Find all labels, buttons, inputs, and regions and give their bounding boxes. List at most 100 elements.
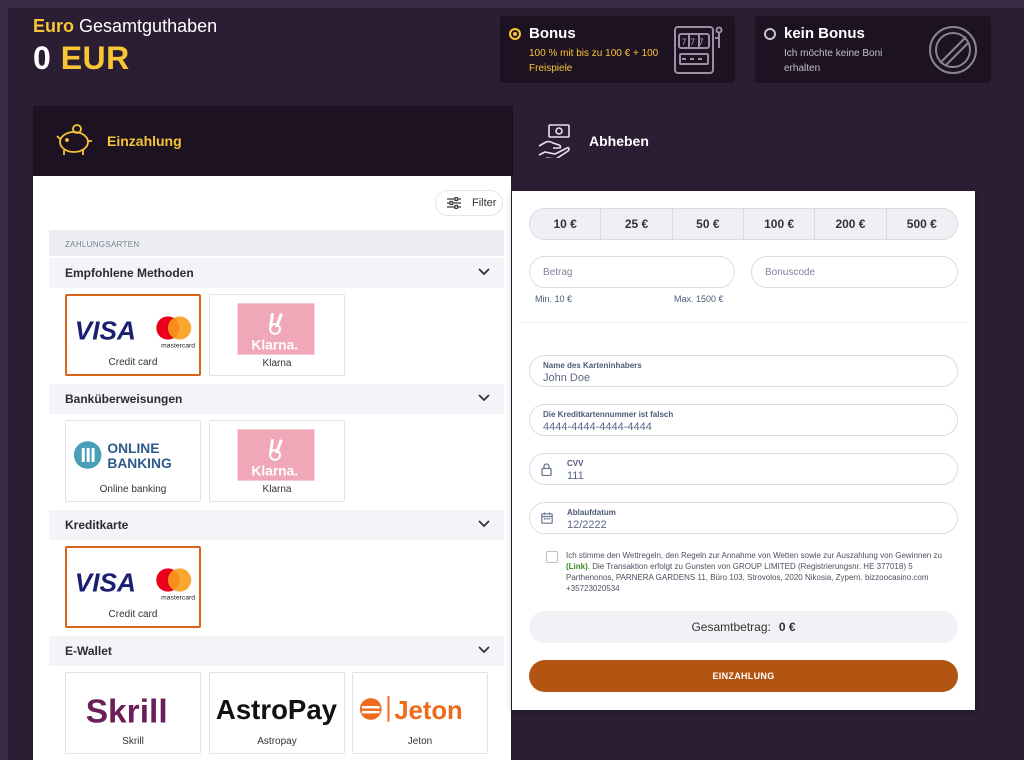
svg-text:ONLINE: ONLINE (107, 441, 159, 456)
chevron-down-icon (478, 520, 490, 528)
field-value: 4444-4444-4444-4444 (543, 421, 652, 433)
lock-icon (541, 463, 552, 476)
bonus-description: 100 % mit bis zu 100 € + 100 Freispiele (529, 48, 659, 74)
chevron-down-icon (478, 646, 490, 654)
skrill-logo: Skrill (86, 694, 168, 731)
terms-link[interactable]: (Link) (566, 562, 588, 571)
tab-deposit[interactable]: Einzahlung (33, 106, 512, 176)
svg-text:Klarna.: Klarna. (251, 338, 298, 353)
method-credit-card[interactable]: VISA mastercard Credit card (65, 294, 201, 376)
calendar-icon (541, 512, 553, 524)
category-credit-card[interactable]: Kreditkarte (49, 510, 504, 540)
svg-text:mastercard: mastercard (161, 342, 195, 349)
method-label: Klarna (262, 484, 292, 495)
category-ewallet[interactable]: E-Wallet (49, 636, 504, 666)
filter-button[interactable]: Filter (435, 190, 503, 216)
svg-text:Skrill: Skrill (86, 694, 168, 731)
field-label: CVV (567, 459, 584, 468)
method-label: Skrill (122, 736, 144, 747)
svg-text:7 7 7: 7 7 7 (681, 38, 704, 48)
terms-text: Ich stimme den Wettregeln, den Regeln zu… (566, 551, 942, 593)
amount-placeholder: Betrag (543, 267, 573, 278)
svg-text:VISA: VISA (75, 316, 136, 346)
bonuscode-input[interactable]: Bonuscode (751, 256, 958, 288)
klarna-logo: Klarna. (237, 303, 315, 355)
method-skrill[interactable]: Skrill Skrill (65, 672, 201, 754)
amount-preset-button[interactable]: 50 € (673, 209, 744, 239)
klarna-logo: Klarna. (237, 429, 315, 481)
piggy-bank-icon (56, 124, 92, 155)
jeton-logo: Jeton (359, 696, 463, 725)
deposit-form: 10 € 25 € 50 € 100 € 200 € 500 € Betrag … (512, 191, 975, 710)
filter-label: Filter (472, 197, 497, 209)
amount-preset-button[interactable]: 500 € (887, 209, 957, 239)
chevron-down-icon (478, 394, 490, 402)
tab-withdraw[interactable]: Abheben (512, 106, 991, 176)
tab-label: Abheben (589, 133, 649, 149)
method-label: Credit card (108, 609, 158, 620)
method-label: Online banking (99, 484, 167, 495)
cvv-field[interactable]: CVV 111 (529, 453, 958, 485)
method-label: Astropay (257, 736, 297, 747)
category-title: Banküberweisungen (65, 392, 183, 406)
method-jeton[interactable]: Jeton Jeton (352, 672, 488, 754)
total-amount: Gesamtbetrag: 0 € (529, 611, 958, 643)
card-holder-field[interactable]: Name des Karteninhabers John Doe (529, 355, 958, 387)
cash-hand-icon (538, 124, 570, 158)
astropay-logo: AstroPay (216, 694, 338, 725)
slot-machine-icon: 7 7 7 (674, 26, 723, 74)
total-label: Gesamtbetrag: (691, 620, 771, 634)
svg-text:AstroPay: AstroPay (216, 694, 338, 725)
field-value: 12/2222 (567, 519, 607, 531)
field-value: 111 (567, 470, 584, 482)
bonus-option-no-bonus[interactable]: kein Bonus Ich möchte keine Boni erhalte… (755, 16, 991, 83)
svg-text:VISA: VISA (75, 568, 136, 598)
method-label: Jeton (407, 736, 433, 747)
visa-mastercard-logo: VISA mastercard (75, 568, 196, 602)
amount-max-hint: Max. 1500 € (674, 294, 724, 304)
bonus-option-bonus[interactable]: Bonus 100 % mit bis zu 100 € + 100 Freis… (500, 16, 735, 83)
category-title: Empfohlene Methoden (65, 266, 194, 280)
method-online-banking[interactable]: ONLINE BANKING Online banking (65, 420, 201, 502)
bonus-title: Bonus (529, 25, 576, 42)
method-credit-card[interactable]: VISA mastercard Credit card (65, 546, 201, 628)
method-klarna[interactable]: Klarna. Klarna (209, 294, 345, 376)
balance-label: Euro Gesamtguthaben (33, 16, 218, 36)
svg-text:Jeton: Jeton (394, 697, 462, 725)
card-number-field[interactable]: Die Kreditkartennummer ist falsch 4444-4… (529, 404, 958, 436)
field-label: Name des Karteninhabers (543, 361, 642, 370)
radio-selected-icon[interactable] (509, 28, 521, 40)
total-value: 0 € (778, 620, 796, 634)
category-bank-transfers[interactable]: Banküberweisungen (49, 384, 504, 414)
category-title: Kreditkarte (65, 518, 129, 532)
transaction-tabs: Einzahlung Abheben (33, 106, 991, 176)
payment-section-header: ZAHLUNGSARTEN (49, 230, 504, 256)
tab-label: Einzahlung (107, 133, 182, 149)
terms-checkbox[interactable] (546, 551, 558, 563)
field-label: Ablaufdatum (567, 508, 616, 517)
online-banking-logo: ONLINE BANKING (73, 441, 172, 471)
field-value: John Doe (543, 372, 591, 384)
no-bonus-icon (929, 26, 977, 74)
amount-preset-button[interactable]: 25 € (601, 209, 673, 239)
amount-preset-button[interactable]: 10 € (530, 209, 602, 239)
svg-text:Klarna.: Klarna. (251, 464, 298, 479)
category-recommended[interactable]: Empfohlene Methoden (49, 258, 504, 288)
deposit-submit-button[interactable]: EINZAHLUNG (529, 660, 958, 692)
amount-preset-button[interactable]: 100 € (744, 209, 816, 239)
bonuscode-placeholder: Bonuscode (765, 267, 816, 278)
method-astropay[interactable]: AstroPay Astropay (209, 672, 345, 754)
method-label: Klarna (262, 358, 292, 369)
divider (518, 322, 969, 323)
amount-preset-button[interactable]: 200 € (815, 209, 887, 239)
amount-input[interactable]: Betrag (529, 256, 735, 288)
amount-presets: 10 € 25 € 50 € 100 € 200 € 500 € (529, 208, 958, 240)
page: Euro Gesamtguthaben 0 EUR Bonus 100 % mi… (0, 0, 1024, 760)
svg-text:BANKING: BANKING (107, 456, 171, 471)
bonus-title: kein Bonus (784, 25, 865, 42)
method-klarna[interactable]: Klarna. Klarna (209, 420, 345, 502)
bonus-description: Ich möchte keine Boni erhalten (784, 48, 883, 74)
expiry-field[interactable]: Ablaufdatum 12/2222 (529, 502, 958, 534)
radio-unselected-icon[interactable] (764, 28, 776, 40)
field-error-label: Die Kreditkartennummer ist falsch (543, 410, 674, 419)
